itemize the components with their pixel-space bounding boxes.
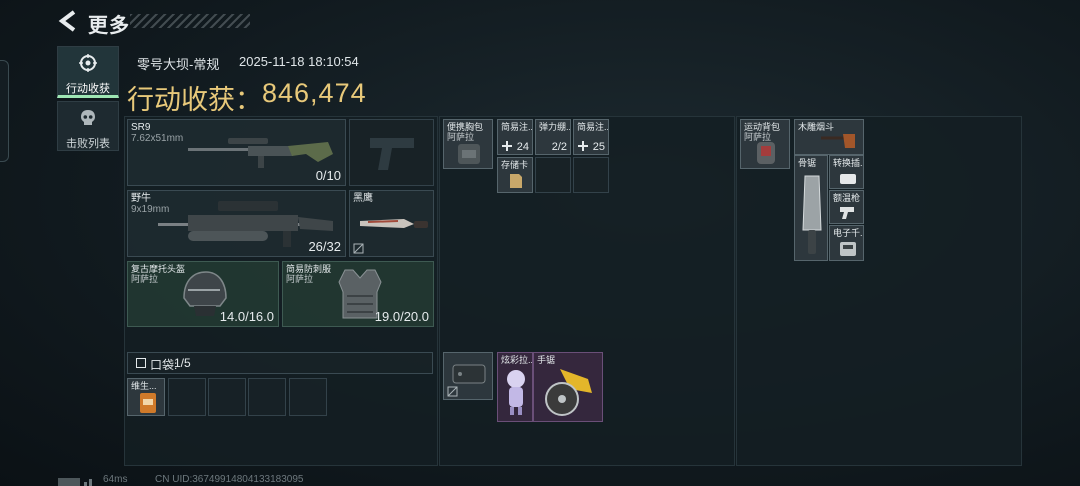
ping-readout: 64ms: [103, 474, 128, 485]
magazine-count: 26/32: [308, 239, 341, 254]
item-name: 转换插...: [833, 158, 863, 168]
pocket-empty-slot[interactable]: [208, 378, 246, 416]
item-name: 手锯: [537, 355, 556, 365]
figurine-icon: [507, 370, 525, 415]
no-durability-icon: [447, 386, 458, 397]
weapon-ammo: 7.62x51mm: [131, 133, 184, 144]
record-time: 2025-11-18 18:10:54: [239, 54, 359, 69]
haul-label: 行动收获：: [127, 85, 262, 115]
backpack-item-bone-saw[interactable]: 骨锯: [794, 155, 828, 261]
chest-rig-slot[interactable]: 便携胸包 阿萨拉: [443, 119, 493, 169]
item-name: 炫彩拉...: [501, 355, 533, 365]
sniper-rifle-icon: [188, 138, 333, 168]
chest-rig-icon: [458, 144, 480, 164]
backpack-item-scale[interactable]: 电子千...: [829, 225, 864, 261]
safe-item-figurine[interactable]: 炫彩拉...: [497, 352, 533, 422]
tab-label: 行动收获: [66, 83, 110, 95]
rig-item-injector[interactable]: 简易注... 25: [573, 119, 609, 155]
target-icon: [79, 54, 97, 72]
vest-name: 简易防刺服: [286, 264, 332, 274]
page-title: 更多: [88, 15, 130, 37]
helmet-durability: 14.0/16.0: [219, 309, 274, 324]
pocket-header: 口袋: 1/5: [127, 352, 433, 374]
backpack-item-pipe[interactable]: 木雕烟斗: [794, 119, 864, 155]
back-arrow-icon[interactable]: [58, 10, 78, 32]
backpack-item-thermometer[interactable]: 额温枪: [829, 190, 864, 224]
vest-map: 阿萨拉: [286, 274, 314, 284]
item-name: 存储卡: [501, 160, 529, 170]
bone-saw-icon: [802, 175, 822, 254]
rig-name: 便携胸包: [447, 122, 484, 132]
secondary-weapon-slot[interactable]: 野牛 9x19mm 26/32: [127, 190, 346, 257]
safe-box-slot[interactable]: [443, 352, 493, 400]
primary-weapon-slot[interactable]: SR9 7.62x51mm 0/10: [127, 119, 346, 186]
tab-label: 击败列表: [66, 138, 110, 150]
signal-icon: [58, 478, 92, 486]
item-name: 维生...: [131, 381, 157, 391]
player-uid: CN UID:36749914804133183095: [155, 474, 304, 485]
tab-kill-list[interactable]: 击败列表: [57, 101, 119, 151]
electronic-scale-icon: [840, 242, 856, 256]
safe-item-hand-saw[interactable]: 手锯: [533, 352, 603, 422]
tab-action-haul[interactable]: 行动收获: [57, 46, 119, 98]
item-name: 额温枪: [833, 193, 861, 203]
header-decoration: [130, 14, 250, 28]
helmet-map: 阿萨拉: [131, 274, 159, 284]
pocket-icon: [136, 358, 146, 368]
medical-cross-icon: [502, 141, 512, 151]
item-name: 简易注...: [577, 122, 609, 132]
safe-box-icon: [452, 364, 486, 384]
weapon-name: 野牛: [131, 193, 151, 204]
pocket-item[interactable]: 维生...: [127, 378, 165, 416]
vest-durability: 19.0/20.0: [374, 309, 429, 324]
adapter-icon: [840, 174, 856, 184]
rig-empty-slot[interactable]: [535, 157, 571, 193]
rig-item-memory-card[interactable]: 存储卡: [497, 157, 533, 193]
pocket-count: 1/5: [174, 356, 191, 370]
pistol-silhouette-icon: [370, 138, 414, 170]
magazine-count: 0/10: [315, 168, 341, 183]
pocket-empty-slot[interactable]: [168, 378, 206, 416]
knife-icon: [360, 219, 428, 228]
vitamin-pack-icon: [140, 393, 156, 413]
item-name: 骨锯: [798, 158, 817, 168]
melee-name: 黑鹰: [353, 193, 373, 204]
item-name: 弹力绷...: [539, 122, 571, 132]
skull-icon: [81, 110, 95, 125]
side-rail-handle[interactable]: [0, 60, 9, 162]
item-name: 电子千...: [833, 228, 863, 238]
backpack-slot[interactable]: 运动背包 阿萨拉: [740, 119, 790, 169]
rig-item-bandage[interactable]: 弹力绷... 2/2: [535, 119, 571, 155]
weapon-name: SR9: [131, 122, 151, 133]
memory-card-icon: [510, 174, 522, 188]
sidearm-slot-empty[interactable]: [349, 119, 434, 186]
no-durability-icon: [353, 243, 364, 254]
rig-empty-slot[interactable]: [573, 157, 609, 193]
haul-value: 846,474: [262, 78, 367, 108]
item-count: 25: [592, 141, 605, 153]
pipe-icon: [821, 134, 855, 148]
backpack-name: 运动背包: [744, 122, 781, 132]
item-count: 24: [516, 141, 529, 153]
item-count: 2/2: [551, 141, 567, 153]
helmet-slot[interactable]: 复古摩托头盔 阿萨拉 14.0/16.0: [127, 261, 279, 327]
helmet-name: 复古摩托头盔: [131, 264, 186, 274]
map-mode: 零号大坝-常规: [137, 57, 220, 72]
circular-saw-icon: [545, 369, 592, 416]
pocket-empty-slot[interactable]: [289, 378, 327, 416]
pocket-empty-slot[interactable]: [248, 378, 286, 416]
backpack-icon: [757, 142, 775, 164]
backpack-item-adapter[interactable]: 转换插...: [829, 155, 864, 189]
rig-item-injector[interactable]: 简易注... 24: [497, 119, 533, 155]
melee-slot[interactable]: 黑鹰: [349, 190, 434, 257]
armor-vest-slot[interactable]: 简易防刺服 阿萨拉 19.0/20.0: [282, 261, 434, 327]
medical-cross-icon: [578, 141, 588, 151]
thermometer-gun-icon: [840, 207, 854, 219]
item-name: 简易注...: [501, 122, 533, 132]
